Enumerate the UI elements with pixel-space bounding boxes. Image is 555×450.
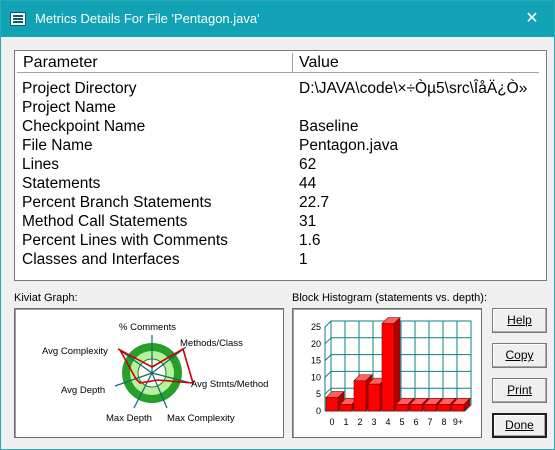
row-parameter: Project Directory: [22, 80, 137, 97]
metrics-table[interactable]: Parameter Value Project Directory D:\JAVA…: [14, 50, 547, 281]
print-button[interactable]: Print: [492, 378, 547, 403]
title-bar[interactable]: Metrics Details For File 'Pentagon.java'…: [1, 1, 554, 37]
row-value: 62: [299, 156, 317, 173]
copy-button-label: Copy: [505, 348, 534, 362]
axis-label-comments: % Comments: [119, 322, 176, 333]
x-tick-label: 6: [413, 417, 418, 427]
y-tick-label: 15: [311, 356, 321, 366]
x-tick-label: 0: [329, 417, 334, 427]
table-row[interactable]: Project Name: [22, 98, 542, 117]
table-row[interactable]: Checkpoint Name Baseline: [22, 117, 542, 136]
kiviat-panel: % Comments Methods/Class Avg Stmts/Metho…: [14, 308, 284, 438]
y-tick-label: 10: [311, 372, 321, 382]
table-row[interactable]: Method Call Statements 31: [22, 212, 542, 231]
table-row[interactable]: File Name Pentagon.java: [22, 136, 542, 155]
row-value: Pentagon.java: [299, 137, 399, 154]
x-tick-label: 8: [441, 417, 446, 427]
row-value: 31: [299, 213, 317, 230]
y-tick-label: 25: [311, 322, 321, 332]
kiviat-label: Kiviat Graph:: [14, 292, 78, 304]
close-button[interactable]: ✕: [518, 5, 546, 33]
axis-label-max-complexity: Max Complexity: [167, 413, 235, 424]
histogram-bar: [409, 403, 423, 412]
copy-button[interactable]: Copy: [492, 343, 547, 368]
axis-label-max-depth: Max Depth: [106, 413, 152, 424]
row-parameter: Project Name: [22, 99, 116, 116]
table-header: Parameter Value: [17, 53, 539, 73]
row-parameter: Percent Lines with Comments: [22, 232, 228, 249]
histogram-bar: [325, 397, 339, 412]
metrics-dialog: Metrics Details For File 'Pentagon.java'…: [0, 0, 555, 450]
row-parameter: Classes and Interfaces: [22, 251, 180, 268]
y-tick-label: 5: [316, 389, 321, 399]
print-button-label: Print: [507, 383, 532, 397]
histogram-panel: 0 5 10 15 20 25 0 1 2 3 4 5 6 7 8 9+: [292, 308, 482, 438]
histogram-bar-side: [393, 316, 401, 412]
header-value[interactable]: Value: [293, 53, 539, 72]
x-tick-label: 7: [427, 417, 432, 427]
histogram-bar: [353, 380, 367, 412]
kiviat-graph: % Comments Methods/Class Avg Stmts/Metho…: [42, 322, 268, 424]
table-row[interactable]: Percent Lines with Comments 1.6: [22, 231, 542, 250]
done-button-label: Done: [505, 418, 534, 432]
row-parameter: Checkpoint Name: [22, 118, 146, 135]
table-row[interactable]: Project Directory D:\JAVA\code\×÷Òµ5\src\…: [22, 79, 542, 98]
histogram-bar: [381, 323, 395, 412]
x-tick-label: 5: [399, 417, 404, 427]
x-tick-label: 4: [385, 417, 390, 427]
x-tick-label: 9+: [453, 417, 463, 427]
histogram-bar: [339, 403, 353, 412]
row-parameter: Method Call Statements: [22, 213, 188, 230]
header-parameter[interactable]: Parameter: [17, 53, 293, 72]
histogram-bar: [423, 403, 437, 412]
help-button-label: Help: [507, 313, 532, 327]
axis-label-avg-complexity: Avg Complexity: [42, 346, 108, 357]
x-tick-label: 2: [357, 417, 362, 427]
axis-label-avg-depth: Avg Depth: [61, 385, 105, 396]
grid-line-side: [324, 371, 332, 378]
grid-line-side: [324, 337, 332, 345]
axis-label-methods: Methods/Class: [180, 338, 243, 349]
row-value: D:\JAVA\code\×÷Òµ5\src\ÎåÄ¿Ò»: [299, 80, 528, 97]
row-value: Baseline: [299, 118, 359, 135]
row-parameter: File Name: [22, 137, 93, 154]
app-icon: [10, 12, 26, 26]
grid-line-side: [324, 320, 332, 328]
row-parameter: Statements: [22, 175, 101, 192]
window-title: Metrics Details For File 'Pentagon.java': [35, 11, 260, 26]
row-value: 1: [299, 251, 308, 268]
row-parameter: Percent Branch Statements: [22, 194, 212, 211]
histogram-bar: [367, 383, 381, 412]
table-row[interactable]: Percent Branch Statements 22.7: [22, 193, 542, 212]
table-row[interactable]: Classes and Interfaces 1: [22, 250, 542, 269]
done-button[interactable]: Done: [492, 413, 547, 438]
histogram-bar: [395, 403, 409, 412]
axis-label-avg-stmts: Avg Stmts/Method: [191, 379, 268, 390]
table-row[interactable]: Lines 62: [22, 155, 542, 174]
help-button[interactable]: Help: [492, 308, 547, 333]
table-row[interactable]: Statements 44: [22, 174, 542, 193]
x-tick-label: 3: [371, 417, 376, 427]
row-value: 22.7: [299, 194, 330, 211]
histogram-chart: 05101520250 1 2 3 4 5 6 7 8 9+: [311, 316, 472, 427]
grid-line-side: [324, 354, 332, 361]
y-tick-label: 20: [311, 339, 321, 349]
histogram-bar: [451, 403, 465, 412]
row-value: 1.6: [299, 232, 321, 249]
histogram-bar: [437, 403, 451, 412]
x-tick-label: 1: [343, 417, 348, 427]
row-value: 44: [299, 175, 317, 192]
y-tick-label: 0: [316, 406, 321, 416]
row-parameter: Lines: [22, 156, 60, 173]
histogram-label: Block Histogram (statements vs. depth):: [292, 292, 488, 304]
